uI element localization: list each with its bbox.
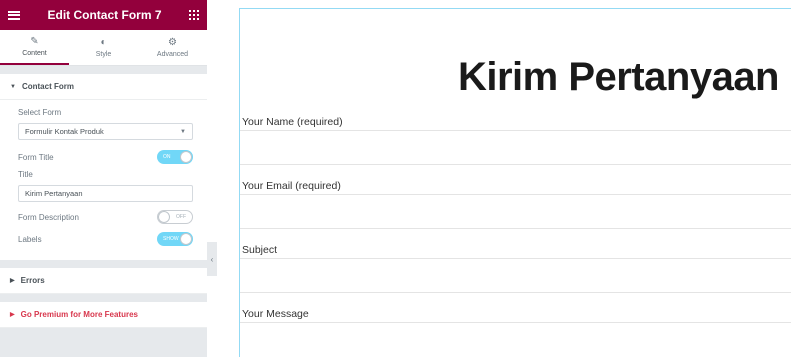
panel-header: Edit Contact Form 7 [0, 0, 207, 30]
tab-style[interactable]: ◐ Style [69, 30, 138, 65]
editor-root: Edit Contact Form 7 ✎ Content ◐ Style ⚙ … [0, 0, 791, 357]
caret-down-icon: ▼ [10, 83, 16, 90]
field-label-message: Your Message [242, 308, 309, 320]
tab-advanced[interactable]: ⚙ Advanced [138, 30, 207, 65]
menu-icon[interactable] [8, 10, 20, 20]
title-input-value: Kirim Pertanyaan [25, 189, 83, 198]
title-label: Title [18, 170, 33, 179]
premium-section-header[interactable]: ▶ Go Premium for More Features [0, 302, 207, 328]
chevron-left-icon: ‹ [210, 254, 214, 264]
divider [240, 258, 791, 259]
preview-canvas: Kirim Pertanyaan Your Name (required) Yo… [239, 8, 791, 357]
tab-content-label: Content [22, 50, 47, 57]
toggle-knob [180, 151, 192, 163]
form-description-toggle[interactable]: OFF [157, 210, 193, 224]
half-circle-icon: ◐ [100, 37, 107, 48]
spacer [0, 260, 207, 268]
gear-icon: ⚙ [168, 37, 177, 48]
tab-content[interactable]: ✎ Content [0, 30, 69, 65]
labels-row: Labels SHOW [18, 228, 193, 250]
section-title: Errors [20, 276, 45, 285]
caret-right-icon: ▶ [10, 278, 15, 284]
form-title-toggle-text: ON [163, 154, 171, 160]
contact-form-section-header[interactable]: ▼ Contact Form [0, 74, 207, 100]
name-input[interactable] [240, 164, 791, 165]
toggle-knob [180, 233, 192, 245]
form-heading: Kirim Pertanyaan [457, 55, 780, 99]
labels-toggle-text: SHOW [163, 236, 179, 242]
toggle-knob [158, 211, 170, 223]
field-label-name: Your Name (required) [242, 116, 343, 128]
spacer [0, 66, 207, 74]
section-title: Go Premium for More Features [20, 310, 138, 319]
premium-section: ▶ Go Premium for More Features [0, 302, 207, 328]
errors-section: ▶ Errors [0, 268, 207, 294]
title-input[interactable]: Kirim Pertanyaan [18, 185, 193, 202]
form-description-toggle-text: OFF [176, 214, 186, 220]
form-description-label: Form Description [18, 212, 79, 222]
tab-advanced-label: Advanced [156, 51, 189, 58]
section-title: Contact Form [21, 82, 74, 91]
message-input[interactable] [240, 322, 791, 323]
form-title-toggle[interactable]: ON [157, 150, 193, 164]
form-title-row: Form Title ON [18, 146, 193, 168]
select-form-label: Select Form [18, 108, 62, 117]
chevron-down-icon: ▼ [180, 128, 186, 135]
subject-input[interactable] [240, 292, 791, 293]
field-label-email: Your Email (required) [242, 180, 341, 192]
contact-form-controls: Select Form Formulir Kontak Produk ▼ For… [0, 100, 207, 260]
field-label-subject: Subject [242, 244, 278, 256]
tab-style-label: Style [95, 51, 112, 58]
divider [240, 130, 791, 131]
panel-title: Edit Contact Form 7 [47, 8, 162, 22]
labels-toggle[interactable]: SHOW [157, 232, 193, 246]
spacer [0, 294, 207, 302]
caret-right-icon: ▶ [10, 312, 15, 318]
email-input[interactable] [240, 228, 791, 229]
labels-label: Labels [18, 234, 42, 244]
pencil-icon: ✎ [30, 36, 39, 47]
select-form-dropdown[interactable]: Formulir Kontak Produk ▼ [18, 123, 193, 140]
select-form-value: Formulir Kontak Produk [25, 127, 104, 136]
divider [240, 194, 791, 195]
panel-tabs: ✎ Content ◐ Style ⚙ Advanced [0, 30, 207, 66]
editor-panel: Edit Contact Form 7 ✎ Content ◐ Style ⚙ … [0, 0, 207, 357]
widgets-grid-icon[interactable] [188, 10, 199, 20]
form-title-label: Form Title [18, 152, 54, 162]
collapse-panel-button[interactable]: ‹ [207, 242, 217, 276]
errors-section-header[interactable]: ▶ Errors [0, 268, 207, 294]
contact-form-section: ▼ Contact Form Select Form Formulir Kont… [0, 74, 207, 260]
form-description-row: Form Description OFF [18, 206, 193, 228]
